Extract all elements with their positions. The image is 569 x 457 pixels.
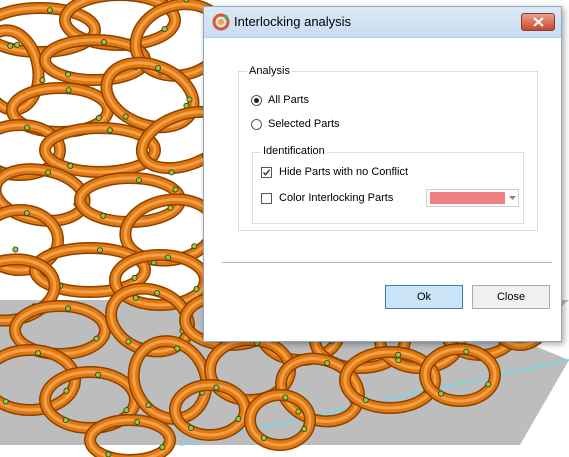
conflict-marker [101, 39, 108, 46]
dialog-title: Interlocking analysis [234, 14, 352, 29]
conflict-marker [96, 247, 103, 254]
conflict-marker [145, 402, 152, 409]
color-parts-label[interactable]: Color Interlocking Parts [279, 192, 393, 204]
conflict-marker [260, 434, 267, 441]
conflict-marker [123, 407, 130, 414]
conflict-marker [35, 349, 42, 356]
conflict-marker [67, 162, 74, 169]
conflict-marker [63, 387, 70, 394]
conflict-marker [105, 451, 112, 457]
chevron-down-icon [509, 196, 516, 200]
selected-parts-radio[interactable] [251, 119, 262, 130]
conflict-marker [174, 345, 181, 352]
interlocking-analysis-dialog: Interlocking analysis Analysis All Parts… [203, 6, 562, 342]
app-logo-icon [212, 13, 230, 31]
conflict-marker [463, 348, 470, 355]
conflict-marker [183, 0, 190, 3]
conflict-marker [62, 417, 69, 424]
conflict-marker [95, 114, 102, 121]
conflict-marker [39, 77, 46, 84]
close-button[interactable]: Close [472, 285, 550, 309]
conflict-marker [161, 25, 168, 32]
color-swatch [430, 192, 505, 204]
conflict-marker [2, 398, 9, 405]
conflict-marker [362, 397, 369, 404]
window-close-button[interactable] [521, 13, 555, 31]
conflict-marker [23, 209, 30, 216]
conflict-marker [301, 425, 308, 432]
conflict-marker [295, 408, 302, 415]
conflict-marker [100, 212, 107, 219]
conflict-marker [93, 335, 100, 342]
conflict-marker [14, 41, 21, 48]
conflict-marker [46, 7, 53, 14]
conflict-marker [122, 113, 129, 120]
checkmark-icon [262, 169, 271, 176]
conflict-marker [235, 415, 242, 422]
all-parts-radio[interactable] [251, 95, 262, 106]
conflict-marker [106, 127, 113, 134]
hide-parts-checkbox[interactable] [261, 167, 272, 178]
conflict-marker [172, 186, 179, 193]
all-parts-label[interactable]: All Parts [268, 94, 309, 106]
identification-group [252, 152, 524, 224]
conflict-marker [65, 87, 72, 94]
conflict-marker [159, 444, 166, 451]
conflict-marker [168, 169, 175, 176]
conflict-marker [282, 394, 289, 401]
conflict-marker [154, 289, 161, 296]
conflict-marker [324, 359, 331, 366]
conflict-marker [12, 246, 19, 253]
conflict-marker [125, 338, 132, 345]
conflict-marker [188, 424, 195, 431]
identification-group-title: Identification [261, 145, 327, 157]
conflict-marker [167, 204, 174, 211]
conflict-marker [7, 42, 14, 49]
close-icon [533, 17, 544, 27]
conflict-marker [395, 351, 402, 358]
analysis-group-title: Analysis [247, 65, 292, 77]
color-parts-checkbox[interactable] [261, 193, 272, 204]
conflict-marker [191, 243, 198, 250]
button-separator [222, 262, 552, 263]
ok-button[interactable]: Ok [385, 285, 463, 309]
conflict-marker [165, 254, 172, 261]
conflict-marker [193, 285, 200, 292]
color-picker-dropdown[interactable] [426, 189, 519, 207]
conflict-marker [131, 274, 138, 281]
conflict-marker [213, 384, 220, 391]
selected-parts-label[interactable]: Selected Parts [268, 118, 340, 130]
conflict-marker [438, 390, 445, 397]
conflict-marker [134, 418, 141, 425]
conflict-marker [65, 71, 72, 78]
conflict-marker [186, 96, 193, 103]
conflict-marker [24, 124, 31, 131]
conflict-marker [95, 371, 102, 378]
conflict-marker [135, 177, 142, 184]
dialog-titlebar[interactable]: Interlocking analysis [204, 7, 561, 38]
conflict-marker [132, 294, 139, 301]
conflict-marker [155, 65, 162, 72]
hide-parts-label[interactable]: Hide Parts with no Conflict [279, 166, 408, 178]
conflict-marker [65, 305, 72, 312]
conflict-marker [45, 169, 52, 176]
conflict-marker [485, 381, 492, 388]
